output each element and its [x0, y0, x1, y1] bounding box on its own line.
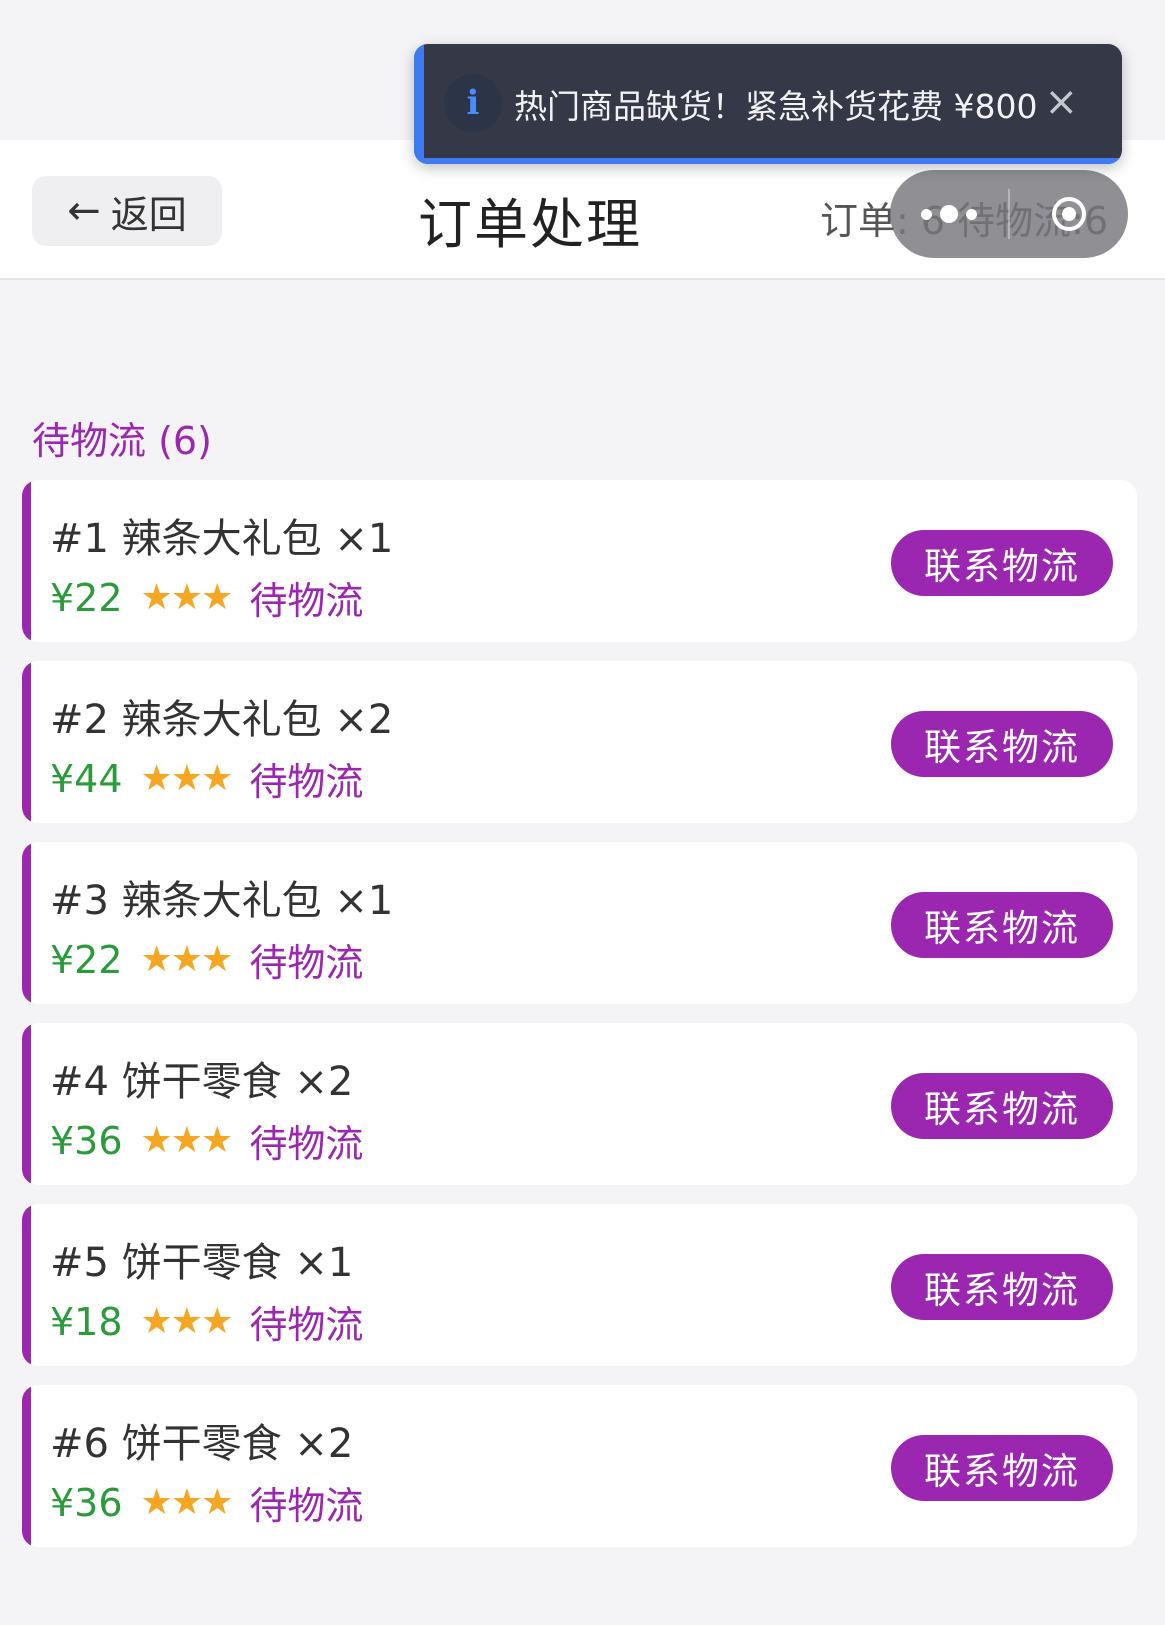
contact-logistics-button[interactable]: 联系物流: [891, 1254, 1113, 1320]
contact-logistics-button[interactable]: 联系物流: [891, 892, 1113, 958]
order-status: 待物流: [249, 760, 364, 804]
order-price: ¥36: [50, 1480, 123, 1525]
info-icon: i: [444, 74, 502, 132]
order-card: #5 饼干零食 ×1 ¥18 ★★★ 待物流 联系物流: [22, 1204, 1137, 1366]
more-menu-button[interactable]: [890, 170, 1008, 258]
order-list: #1 辣条大礼包 ×1 ¥22 ★★★ 待物流 联系物流 #2 辣条大礼包 ×2…: [22, 480, 1137, 1566]
card-accent-bar: [22, 842, 31, 1004]
back-arrow-icon: ←: [67, 188, 101, 234]
order-title: #6 饼干零食 ×2: [50, 1421, 354, 1467]
contact-logistics-button[interactable]: 联系物流: [891, 711, 1113, 777]
order-status: 待物流: [249, 941, 364, 985]
order-meta: ¥22 ★★★ 待物流: [50, 932, 363, 987]
order-status: 待物流: [249, 579, 364, 623]
dot-icon: [940, 205, 958, 223]
order-meta: ¥36 ★★★ 待物流: [50, 1113, 363, 1168]
star-rating-icon: ★★★: [140, 577, 234, 618]
order-price: ¥22: [50, 937, 123, 982]
order-title: #1 辣条大礼包 ×1: [50, 516, 394, 562]
toast-accent: [414, 44, 424, 164]
star-rating-icon: ★★★: [140, 939, 234, 980]
order-meta: ¥36 ★★★ 待物流: [50, 1475, 363, 1530]
order-meta: ¥18 ★★★ 待物流: [50, 1294, 363, 1349]
card-accent-bar: [22, 1204, 31, 1366]
star-rating-icon: ★★★: [140, 1301, 234, 1342]
dot-icon: [921, 208, 932, 220]
order-card: #6 饼干零食 ×2 ¥36 ★★★ 待物流 联系物流: [22, 1385, 1137, 1547]
order-price: ¥18: [50, 1299, 123, 1344]
card-accent-bar: [22, 1023, 31, 1185]
close-icon[interactable]: ×: [1044, 74, 1078, 130]
order-card: #2 辣条大礼包 ×2 ¥44 ★★★ 待物流 联系物流: [22, 661, 1137, 823]
toast-progress-bar: [414, 158, 1122, 164]
mini-program-capsule: [890, 170, 1128, 258]
order-processing-page: ← 返回 订单处理 订单: 6 待物流:6 i 热门商品缺货！紧急补货花费 ¥8…: [0, 0, 1165, 1625]
order-title: #4 饼干零食 ×2: [50, 1059, 354, 1105]
card-accent-bar: [22, 1385, 31, 1547]
order-title: #3 辣条大礼包 ×1: [50, 878, 394, 924]
order-price: ¥22: [50, 575, 123, 620]
card-accent-bar: [22, 661, 31, 823]
order-meta: ¥22 ★★★ 待物流: [50, 570, 363, 625]
order-title: #5 饼干零食 ×1: [50, 1240, 354, 1286]
close-mini-program-button[interactable]: [1010, 170, 1128, 258]
toast-message: 热门商品缺货！紧急补货花费 ¥800: [514, 87, 1038, 126]
close-circle-icon: [1052, 197, 1086, 231]
order-card: #1 辣条大礼包 ×1 ¥22 ★★★ 待物流 联系物流: [22, 480, 1137, 642]
star-rating-icon: ★★★: [140, 1120, 234, 1161]
order-price: ¥44: [50, 756, 123, 801]
back-label: 返回: [110, 192, 187, 237]
contact-logistics-button[interactable]: 联系物流: [891, 1073, 1113, 1139]
order-price: ¥36: [50, 1118, 123, 1163]
star-rating-icon: ★★★: [140, 1482, 234, 1523]
back-button[interactable]: ← 返回: [32, 176, 222, 246]
order-status: 待物流: [249, 1303, 364, 1347]
toast-notification: i 热门商品缺货！紧急补货花费 ¥800 ×: [414, 44, 1122, 164]
section-title: 待物流 (6): [32, 419, 212, 463]
page-title: 订单处理: [418, 193, 642, 256]
card-accent-bar: [22, 480, 31, 642]
contact-logistics-button[interactable]: 联系物流: [891, 1435, 1113, 1501]
star-rating-icon: ★★★: [140, 758, 234, 799]
order-title: #2 辣条大礼包 ×2: [50, 697, 394, 743]
order-card: #3 辣条大礼包 ×1 ¥22 ★★★ 待物流 联系物流: [22, 842, 1137, 1004]
dot-icon: [966, 208, 977, 220]
order-status: 待物流: [249, 1122, 364, 1166]
order-meta: ¥44 ★★★ 待物流: [50, 751, 363, 806]
order-status: 待物流: [249, 1484, 364, 1528]
contact-logistics-button[interactable]: 联系物流: [891, 530, 1113, 596]
order-card: #4 饼干零食 ×2 ¥36 ★★★ 待物流 联系物流: [22, 1023, 1137, 1185]
